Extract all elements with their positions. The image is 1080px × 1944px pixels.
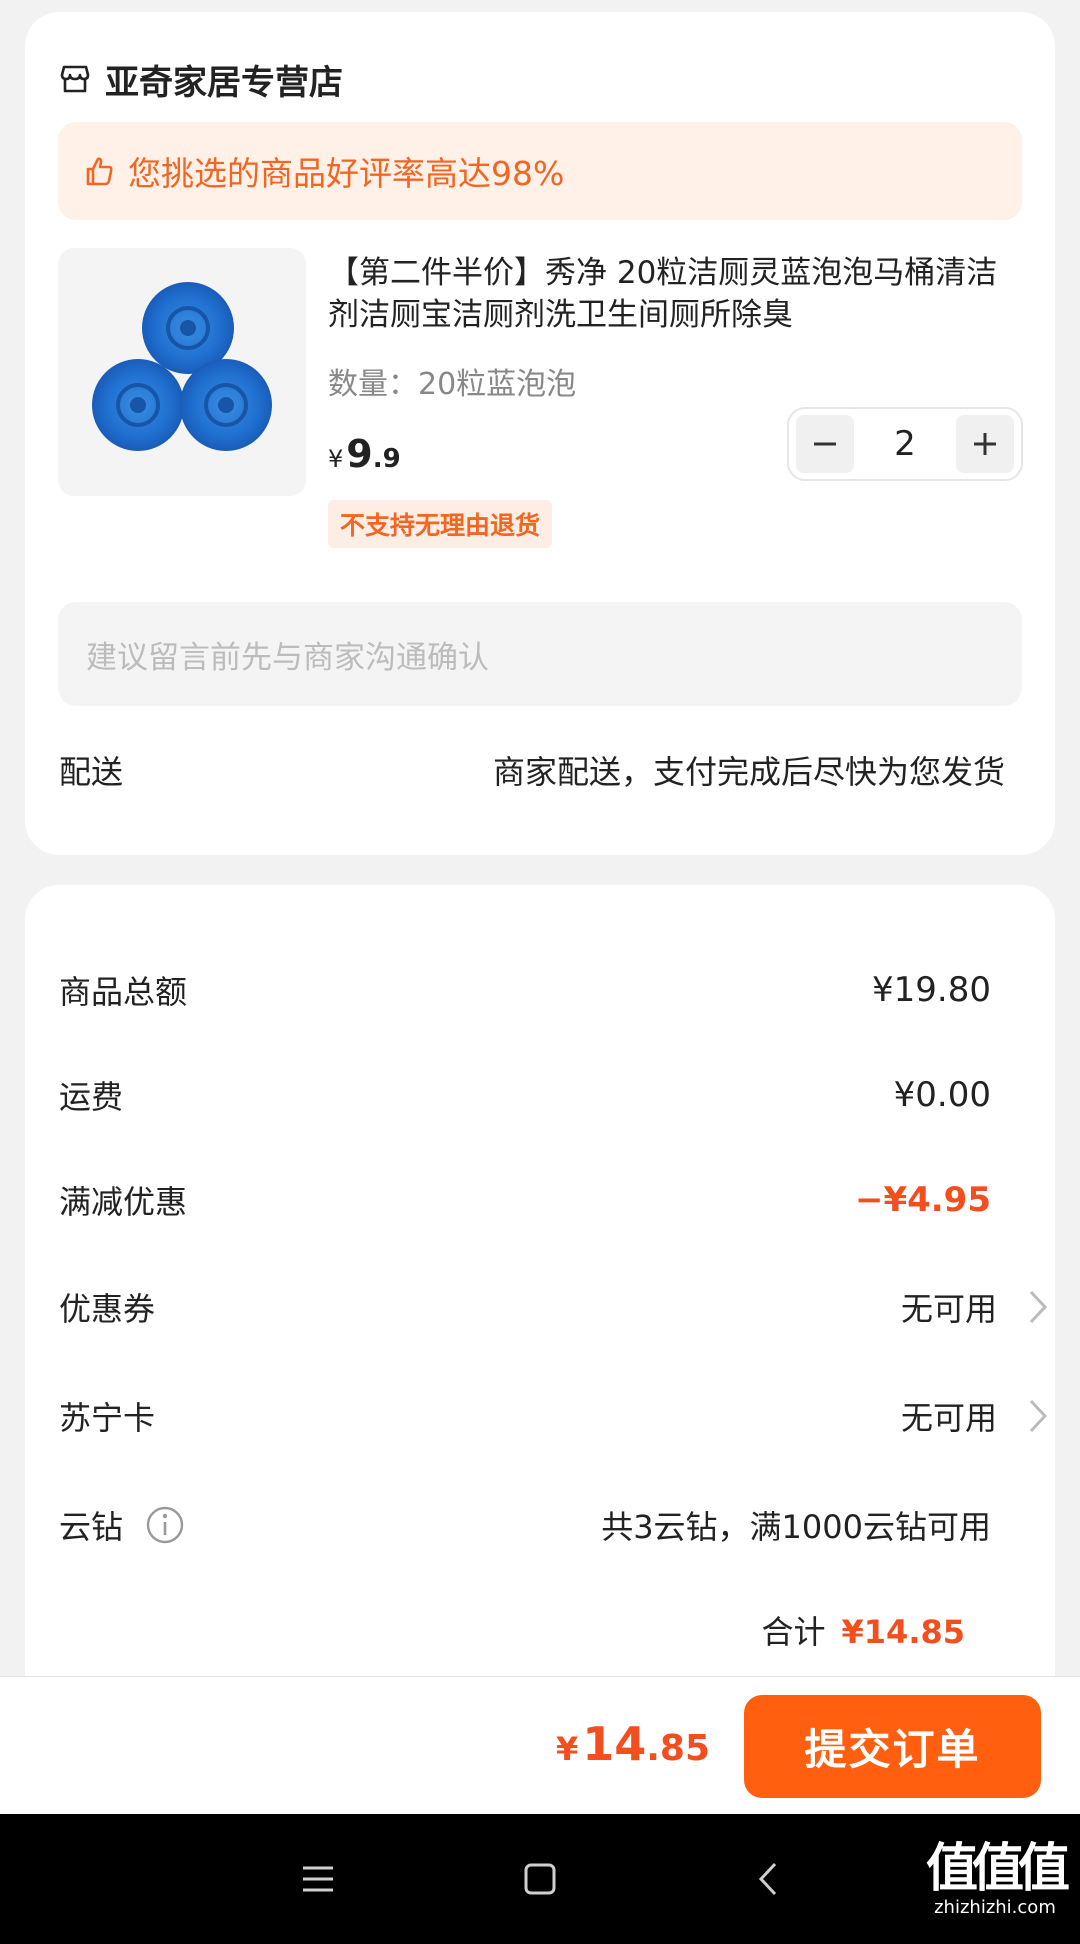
menu-button[interactable]	[296, 1857, 340, 1901]
delivery-value: 商家配送，支付完成后尽快为您发货	[492, 753, 1005, 791]
minus-icon	[814, 442, 836, 446]
watermark-url: zhizhizhi.com	[934, 1897, 1056, 1918]
pay-decimal: .85	[646, 1728, 710, 1769]
suning-card-value: 无可用	[900, 1399, 997, 1437]
chevron-right-icon	[1029, 1290, 1048, 1324]
discount-label: 满减优惠	[59, 1183, 188, 1221]
product-price: ¥ 9 .9	[328, 432, 401, 476]
goods-total-row: 商品总额 ¥19.80	[59, 965, 991, 1015]
discount-row: 满减优惠 −¥4.95	[59, 1175, 991, 1225]
suning-card-label: 苏宁卡	[59, 1399, 156, 1437]
shipping-value: ¥0.00	[893, 1075, 991, 1115]
order-item-card: 亚奇家居专营店 您挑选的商品好评率高达98% 【第二件半价】秀净 20粒洁厕灵蓝…	[25, 12, 1055, 855]
discount-value: −¥4.95	[854, 1180, 991, 1220]
shop-icon	[60, 65, 90, 93]
coupon-row[interactable]: 优惠券 无可用	[59, 1282, 1049, 1332]
thumb-up-icon	[86, 157, 113, 186]
shipping-label: 运费	[59, 1078, 124, 1116]
coupon-value: 无可用	[900, 1290, 997, 1328]
return-policy-tag: 不支持无理由退货	[328, 500, 553, 548]
pay-amount: ¥ 14 .85	[556, 1717, 710, 1771]
message-placeholder: 建议留言前先与商家沟通确认	[86, 639, 489, 676]
message-input[interactable]: 建议留言前先与商家沟通确认	[58, 602, 1022, 706]
info-icon[interactable]	[145, 1505, 185, 1545]
rating-text: 您挑选的商品好评率高达98%	[128, 154, 565, 193]
delivery-row: 配送 商家配送，支付完成后尽快为您发货	[59, 747, 1025, 793]
menu-icon	[303, 1866, 333, 1892]
checkout-bar: ¥ 14 .85 提交订单	[0, 1676, 1080, 1814]
suning-card-row[interactable]: 苏宁卡 无可用	[59, 1391, 1049, 1441]
product-title[interactable]: 【第二件半价】秀净 20粒洁厕灵蓝泡泡马桶清洁剂洁厕宝洁厕剂洗卫生间厕所除臭	[328, 252, 1028, 336]
total-label: 合计	[761, 1613, 826, 1651]
price-decimal: .9	[372, 444, 401, 474]
submit-order-button[interactable]: 提交订单	[744, 1695, 1041, 1798]
delivery-label: 配送	[59, 753, 124, 791]
system-nav-bar: 值值值 zhizhizhi.com	[0, 1814, 1080, 1944]
quantity-value[interactable]: 2	[894, 424, 916, 464]
shop-header[interactable]: 亚奇家居专营店	[59, 46, 343, 112]
watermark-logo: 值值值	[925, 1839, 1070, 1899]
rating-banner: 您挑选的商品好评率高达98%	[58, 122, 1022, 220]
price-integer: 9	[346, 432, 373, 476]
home-button[interactable]	[518, 1857, 562, 1901]
product-spec: 数量：20粒蓝泡泡	[328, 367, 577, 402]
decrease-button[interactable]	[796, 415, 854, 473]
shipping-row: 运费 ¥0.00	[59, 1070, 991, 1120]
back-icon	[758, 1862, 777, 1896]
cloud-diamond-value: 共3云钻，满1000云钻可用	[601, 1508, 991, 1546]
cloud-diamond-label: 云钻	[59, 1508, 124, 1546]
price-summary-card: 商品总额 ¥19.80 运费 ¥0.00 满减优惠 −¥4.95 优惠券 无可用…	[25, 885, 1055, 1715]
pay-currency: ¥	[555, 1730, 579, 1768]
shop-name: 亚奇家居专营店	[105, 62, 343, 103]
product-image[interactable]	[58, 248, 306, 496]
price-currency: ¥	[328, 445, 344, 473]
chevron-right-icon	[1029, 1399, 1048, 1433]
watermark: 值值值 zhizhizhi.com	[925, 1826, 1070, 1918]
blue-tablets-image	[92, 282, 272, 451]
increase-button[interactable]	[955, 415, 1014, 473]
home-square-icon	[524, 1863, 556, 1895]
plus-icon	[973, 433, 996, 455]
quantity-stepper: 2	[787, 407, 1023, 481]
total-row: 合计 ¥14.85	[762, 1607, 966, 1653]
goods-total-label: 商品总额	[59, 973, 188, 1011]
cloud-diamond-row: 云钻 共3云钻，满1000云钻可用	[59, 1500, 991, 1550]
goods-total-value: ¥19.80	[872, 970, 991, 1010]
back-button[interactable]	[746, 1857, 790, 1901]
total-value: ¥14.85	[841, 1613, 965, 1651]
pay-integer: 14	[582, 1717, 647, 1771]
coupon-label: 优惠券	[59, 1290, 156, 1328]
